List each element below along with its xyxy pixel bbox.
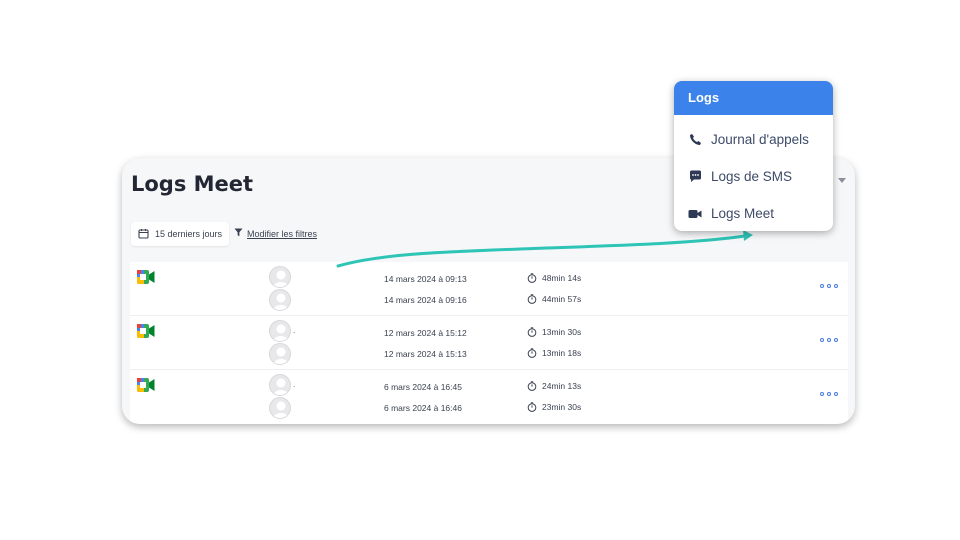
modify-filters-label: Modifier les filtres <box>247 228 318 239</box>
log-duration: 23min 30s <box>527 402 581 412</box>
more-options-icon[interactable] <box>820 392 838 396</box>
name-truncation-mark: . <box>293 326 296 335</box>
more-options-icon[interactable] <box>820 338 838 342</box>
log-duration: 44min 57s <box>527 294 581 304</box>
log-group: . 6 mars 2024 à 16:45 6 mars 2024 à 16:4… <box>130 370 848 424</box>
name-truncation-mark: . <box>293 380 296 389</box>
menu-item-logs-sms[interactable]: Logs de SMS <box>688 169 792 184</box>
avatar <box>269 343 291 365</box>
calendar-icon <box>138 228 149 241</box>
timer-icon <box>527 348 537 358</box>
avatar <box>269 320 291 342</box>
google-meet-icon <box>137 324 155 338</box>
filter-icon <box>234 228 243 239</box>
menu-item-label: Logs Meet <box>711 206 775 221</box>
log-date: 14 mars 2024 à 09:13 <box>384 274 467 284</box>
phone-icon <box>688 133 702 147</box>
avatar <box>269 397 291 419</box>
log-duration: 24min 13s <box>527 381 581 391</box>
duration-label: 24min 13s <box>542 381 582 391</box>
log-group: 14 mars 2024 à 09:13 14 mars 2024 à 09:1… <box>130 262 848 316</box>
duration-label: 44min 57s <box>542 294 582 304</box>
log-duration: 48min 14s <box>527 273 581 283</box>
duration-label: 13min 30s <box>542 327 582 337</box>
log-date: 12 mars 2024 à 15:12 <box>384 328 467 338</box>
google-meet-icon <box>137 378 155 392</box>
page-title: Logs Meet <box>131 172 254 196</box>
video-icon <box>688 207 702 221</box>
log-date: 14 mars 2024 à 09:16 <box>384 295 467 305</box>
log-date: 6 mars 2024 à 16:45 <box>384 382 462 392</box>
google-meet-icon <box>137 270 155 284</box>
chevron-down-icon[interactable] <box>838 178 846 183</box>
message-icon <box>688 170 702 184</box>
modify-filters-link[interactable]: Modifier les filtres <box>234 228 317 239</box>
dropdown-header: Logs <box>674 81 833 115</box>
timer-icon <box>527 327 537 337</box>
duration-label: 23min 30s <box>542 402 582 412</box>
log-date: 6 mars 2024 à 16:46 <box>384 403 462 413</box>
menu-item-label: Logs de SMS <box>711 169 793 184</box>
screen: Logs Meet 15 derniers jours Modifier les… <box>0 0 960 540</box>
log-group: . 12 mars 2024 à 15:12 12 mars 2024 à 15… <box>130 316 848 370</box>
avatar <box>269 289 291 311</box>
log-date: 12 mars 2024 à 15:13 <box>384 349 467 359</box>
menu-item-logs-meet[interactable]: Logs Meet <box>688 206 774 221</box>
timer-icon <box>527 381 537 391</box>
more-options-icon[interactable] <box>820 284 838 288</box>
logs-dropdown-menu: Logs Journal d'appels Logs de SMS Logs M… <box>674 81 833 231</box>
date-range-filter[interactable]: 15 derniers jours <box>131 222 230 246</box>
duration-label: 13min 18s <box>542 348 582 358</box>
avatar <box>269 266 291 288</box>
timer-icon <box>527 273 537 283</box>
meet-logs-table: 14 mars 2024 à 09:13 14 mars 2024 à 09:1… <box>130 262 848 424</box>
timer-icon <box>527 294 537 304</box>
date-range-label: 15 derniers jours <box>155 229 223 239</box>
menu-item-label: Journal d'appels <box>711 132 809 147</box>
avatar <box>269 374 291 396</box>
menu-item-journal-appels[interactable]: Journal d'appels <box>688 132 809 147</box>
timer-icon <box>527 402 537 412</box>
log-duration: 13min 18s <box>527 348 581 358</box>
log-duration: 13min 30s <box>527 327 581 337</box>
duration-label: 48min 14s <box>542 273 582 283</box>
